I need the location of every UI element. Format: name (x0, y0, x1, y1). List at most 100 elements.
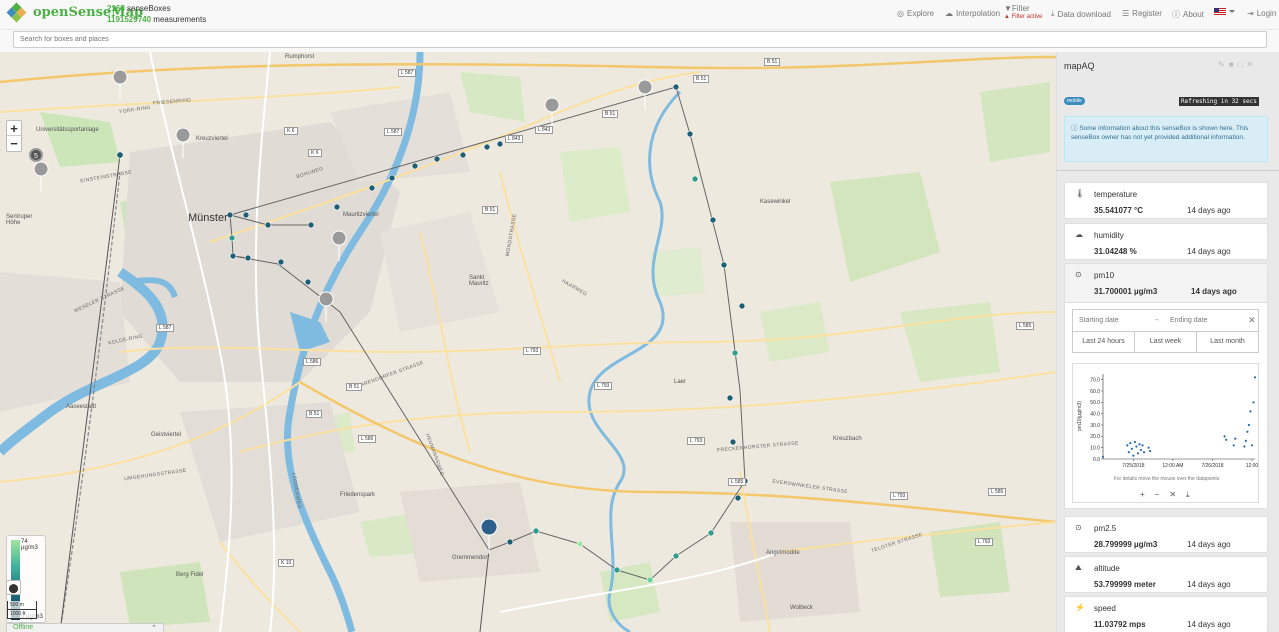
chart-y-tick-label: 30.0 (1090, 423, 1100, 429)
minimize-icon[interactable]: ■ (1229, 60, 1234, 69)
chart-point (1246, 430, 1249, 433)
nav-explore[interactable]: ◎ Explore (897, 9, 934, 18)
map[interactable]: Münster Mauritzviertel Kreuzviertel Sent… (0, 52, 1056, 632)
chart-point (1129, 442, 1132, 445)
search-input[interactable] (13, 31, 1267, 48)
clear-icon[interactable]: ✕ (1248, 315, 1256, 326)
label-mauritz: Mauritzviertel (343, 212, 379, 218)
chart-point (1223, 435, 1226, 438)
chart-y-tick-label: 10.0 (1090, 445, 1100, 451)
nav-login-label: Login (1256, 9, 1277, 18)
road-l793-e: L 793 (975, 538, 994, 546)
label-laer: Laer (674, 379, 687, 385)
sensor-name: humidity (1094, 231, 1124, 240)
chart-point (1135, 445, 1138, 448)
sensor-pm10[interactable]: ⊙ pm10 31.700001 µg/m3 14 days ago (1064, 263, 1268, 303)
label-schloss: Universitätssportanlage (36, 127, 99, 133)
chart-point (1232, 444, 1235, 447)
pm10-chart[interactable]: 70.0 60.0 50.0 40.0 30.0 20.0 10.0 0.0 7/25/2018… (1072, 363, 1259, 503)
sensor-pm25[interactable]: ⊙ pm2.5 28.799999 µg/m3 14 days ago (1064, 516, 1268, 553)
measurements-label: measurements (153, 15, 207, 24)
sensor-value: 53.799999 meter (1094, 580, 1156, 589)
chart-y-tick-label: 70.0 (1090, 377, 1100, 383)
label-sentrup: Sentruper Höhe (6, 214, 33, 226)
measurements-count: 1191529740 (107, 15, 152, 24)
road-l587-c: L 587 (156, 324, 175, 332)
info-text: Some information about this senseBox is … (1071, 125, 1249, 141)
sensor-name: speed (1094, 604, 1116, 613)
zoom-out-icon[interactable]: − (1155, 490, 1160, 500)
zoom-in-icon[interactable]: + (1140, 490, 1145, 500)
last-week-button[interactable]: Last week (1135, 332, 1197, 352)
nav-about-label: About (1183, 10, 1204, 19)
label-aasee: Aaseestadt (66, 404, 97, 410)
sidebar-divider (1057, 170, 1279, 171)
restore-icon[interactable]: □ (1238, 60, 1243, 69)
chart-point (1142, 451, 1146, 454)
road-l793-b: L 793 (594, 382, 613, 390)
chart-point (1126, 444, 1129, 447)
map-cluster[interactable]: 5 (29, 148, 43, 162)
chart-y-axis-label: pm10(µg/m3) (1077, 401, 1083, 431)
nav-filter[interactable]: ▼Filter ▲ Filter active (1004, 4, 1042, 22)
last-month-button[interactable]: Last month (1197, 332, 1258, 352)
road-l793-c: L 793 (687, 437, 706, 445)
speed-icon: ⚡ (1075, 603, 1085, 612)
chart-point (1133, 440, 1137, 444)
filter-status: Filter active (1011, 14, 1043, 20)
chart-point (1141, 444, 1144, 447)
login-icon: ⇥ (1247, 9, 1254, 18)
sensor-temperature[interactable]: 🌡 temperature 35.541077 °C 14 days ago (1064, 182, 1268, 219)
sensor-name: pm2.5 (1094, 524, 1117, 533)
pin-icon[interactable]: ✎ (1218, 60, 1225, 69)
road-k10: K 10 (278, 559, 295, 567)
road-l586-a: L 586 (303, 358, 322, 366)
label-friedenspark: Friedenspark (340, 492, 376, 498)
close-icon[interactable]: ✕ (1246, 60, 1253, 69)
chart-point (1243, 445, 1246, 448)
chevron-down-icon[interactable] (1229, 10, 1235, 13)
chart-y-tick-label: 0.0 (1093, 457, 1100, 463)
nav-data-download[interactable]: ⤓ Data download (1051, 9, 1111, 19)
map-scale: 500 m 1000 ft (7, 601, 37, 619)
end-date-input[interactable]: Ending date (1170, 317, 1207, 324)
road-l587-b: L 587 (384, 128, 403, 136)
locate-button[interactable]: ⬤ (6, 580, 21, 595)
sidebar-controls: ✎ ■ □ ✕ (1218, 60, 1253, 69)
sensor-humidity[interactable]: ☁ humidity 31.04248 % 14 days ago (1064, 223, 1268, 260)
nav-data-download-label: Data download (1057, 9, 1111, 19)
list-icon: ☰ (1122, 9, 1130, 18)
info-icon: ⓘ (1172, 10, 1180, 19)
reset-icon[interactable]: ✕ (1169, 490, 1176, 500)
nav-about[interactable]: ⓘ About (1172, 9, 1204, 20)
chart-point (1253, 376, 1257, 379)
sensor-altitude[interactable]: ⛰ altitude 53.799999 meter 14 days ago (1064, 556, 1268, 593)
location-pin-icon: ⬤ (8, 583, 19, 593)
zoom-out-button[interactable]: − (7, 136, 21, 151)
zoom-in-button[interactable]: + (7, 121, 21, 136)
tray-label: Offline (13, 624, 34, 631)
date-range-picker[interactable]: Starting date → Ending date ✕ (1072, 309, 1259, 332)
refresh-timer: Refreshing in 32 secs (1179, 97, 1259, 106)
download-icon[interactable]: ⤓ (1186, 490, 1190, 500)
filter-icon: ▼ (1004, 4, 1012, 13)
chart-point (1225, 438, 1228, 441)
sensebox-sidebar: mapAQ ✎ ■ □ ✕ mobile Refreshing in 32 se… (1056, 52, 1279, 632)
start-date-input[interactable]: Starting date (1079, 317, 1119, 324)
altitude-icon: ⛰ (1075, 563, 1082, 572)
last-24-hours-button[interactable]: Last 24 hours (1073, 332, 1135, 352)
us-flag-icon[interactable] (1214, 8, 1226, 16)
map-tray[interactable]: Offline ⌃ (6, 623, 164, 632)
chart-point (1132, 454, 1135, 457)
road-k6-a: K 6 (284, 127, 298, 135)
nav-register[interactable]: ☰ Register (1122, 9, 1162, 18)
navbar: openSenseMap 2168 senseBoxes 1191529740 … (0, 0, 1279, 30)
nav-interpolation[interactable]: ☁ Interpolation (945, 9, 1000, 18)
sensor-name: altitude (1094, 564, 1120, 573)
chevron-up-icon[interactable]: ⌃ (151, 624, 157, 632)
nav-login[interactable]: ⇥ Login (1247, 9, 1276, 18)
sensor-speed[interactable]: ⚡ speed 11.03792 mps 14 days ago (1064, 596, 1268, 632)
stats: 2168 senseBoxes 1191529740 measurements (107, 3, 206, 25)
sensor-timestamp: 14 days ago (1187, 620, 1231, 629)
zoom-control: + − (6, 120, 22, 152)
